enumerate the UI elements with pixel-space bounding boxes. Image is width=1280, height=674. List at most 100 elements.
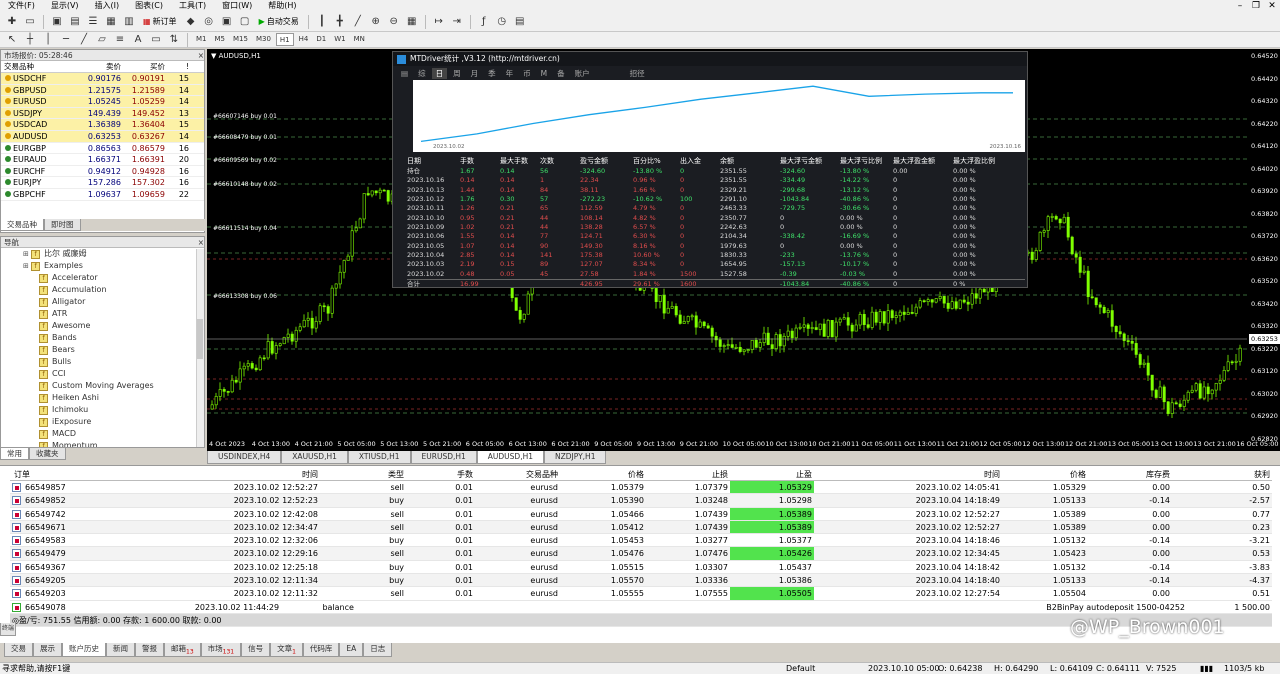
menu-tools[interactable]: 工具(T): [171, 0, 214, 12]
tab-common[interactable]: 常用: [0, 448, 29, 460]
terminal-tab[interactable]: 警报: [135, 643, 164, 657]
history-row[interactable]: 66549852 2023.10.02 12:52:23 buy 0.01 eurusd…: [10, 494, 1272, 508]
history-header-cell[interactable]: 交易品种: [475, 468, 560, 480]
navigator-item[interactable]: f Momentum: [1, 440, 204, 447]
vertical-line-icon[interactable]: │: [40, 33, 56, 47]
chart-tab[interactable]: NZDJPY,H1: [544, 451, 607, 464]
history-row[interactable]: 66549583 2023.10.02 12:32:06 buy 0.01 eurusd…: [10, 534, 1272, 548]
history-header-cell[interactable]: 时间: [814, 468, 1002, 480]
stats-tab[interactable]: 币: [519, 68, 535, 79]
tester-icon[interactable]: ▥: [121, 15, 137, 29]
autoscroll-icon[interactable]: ↦: [431, 15, 447, 29]
market-row[interactable]: AUDUSD 0.63253 0.63267 14: [1, 130, 204, 143]
history-row[interactable]: 66549857 2023.10.02 12:52:27 sell 0.01 eurus…: [10, 481, 1272, 495]
market-row[interactable]: EURAUD 1.66371 1.66391 20: [1, 154, 204, 166]
tf-h4[interactable]: H4: [296, 33, 312, 46]
market-row[interactable]: GBPCHF 1.09637 1.09659 22: [1, 189, 204, 201]
new-chart-icon[interactable]: ✚: [4, 15, 20, 29]
history-header-cell[interactable]: 止损: [646, 468, 730, 480]
tf-d1[interactable]: D1: [313, 33, 329, 46]
history-header-cell[interactable]: 获利: [1172, 468, 1272, 480]
menu-charts[interactable]: 图表(C): [127, 0, 171, 12]
label-icon[interactable]: ▭: [148, 33, 164, 47]
menu-insert[interactable]: 插入(I): [87, 0, 128, 12]
tf-m5[interactable]: M5: [212, 33, 229, 46]
chart-tab[interactable]: XTIUSD,H1: [347, 451, 411, 464]
horizontal-line-icon[interactable]: ─: [58, 33, 74, 47]
line-chart-icon[interactable]: ╱: [350, 15, 366, 29]
history-header-cell[interactable]: 手数: [406, 468, 475, 480]
panel-close-icon[interactable]: ×: [198, 237, 204, 247]
vps-icon[interactable]: ▢: [237, 15, 253, 29]
tab-favorites[interactable]: 收藏夹: [29, 448, 66, 460]
channel-icon[interactable]: ▱: [94, 33, 110, 47]
tf-w1[interactable]: W1: [331, 33, 348, 46]
navigator-item[interactable]: f Custom Moving Averages: [1, 380, 204, 392]
stats-tab[interactable]: 账户: [571, 68, 594, 79]
terminal-tab[interactable]: 市场131: [200, 643, 242, 657]
balance-row[interactable]: 66549078 2023.10.02 11:44:29 balance B2BinP…: [10, 601, 1272, 614]
terminal-tab[interactable]: 邮箱13: [164, 643, 201, 657]
market-row[interactable]: EURUSD 1.05245 1.05259 14: [1, 96, 204, 108]
stats-tab[interactable]: 年: [502, 68, 518, 79]
tree-expand-icon[interactable]: ⊞: [23, 248, 31, 260]
terminal-tab[interactable]: 展示: [33, 643, 62, 657]
chart-tab[interactable]: XAUUSD,H1: [281, 451, 348, 464]
terminal-tab[interactable]: 账户历史: [62, 643, 106, 657]
chart-tab[interactable]: AUDUSD,H1: [476, 451, 544, 464]
navigator-item[interactable]: f Alligator: [1, 296, 204, 308]
tab-symbols[interactable]: 交易品种: [0, 219, 44, 231]
market-row[interactable]: USDCHF 0.90176 0.90191 15: [1, 73, 204, 85]
stats-tab[interactable]: 季: [484, 68, 500, 79]
history-header-cell[interactable]: 订单: [10, 468, 122, 480]
navigator-item[interactable]: f MACD: [1, 428, 204, 440]
terminal-tab[interactable]: 信号: [241, 643, 271, 657]
navigator-item[interactable]: f Bears: [1, 344, 204, 356]
chart-tab[interactable]: USDINDEX,H4: [207, 451, 282, 464]
chart-shift-icon[interactable]: ⇥: [449, 15, 465, 29]
tf-mn[interactable]: MN: [351, 33, 368, 46]
chart-tab[interactable]: EURUSD,H1: [410, 451, 477, 464]
text-icon[interactable]: A: [130, 33, 146, 47]
navigator-scrollbar[interactable]: [196, 249, 204, 447]
market-watch-icon[interactable]: ▣: [49, 15, 65, 29]
stats-tab[interactable]: M: [537, 69, 551, 78]
stats-tab[interactable]: 周: [449, 68, 465, 79]
cursor-icon[interactable]: ↖: [4, 33, 20, 47]
tf-m1[interactable]: M1: [193, 33, 210, 46]
metaeditor-icon[interactable]: ◆: [183, 15, 199, 29]
navigator-item[interactable]: f Accelerator: [1, 272, 204, 284]
navigator-item[interactable]: ⊞ f Examples: [1, 260, 204, 272]
scroll-thumb[interactable]: [197, 319, 203, 359]
history-row[interactable]: 66549742 2023.10.02 12:42:08 sell 0.01 eurus…: [10, 507, 1272, 521]
navigator-item[interactable]: f Accumulation: [1, 284, 204, 296]
navigator-item[interactable]: f Heiken Ashi: [1, 392, 204, 404]
history-header-cell[interactable]: 价格: [560, 468, 646, 480]
fibonacci-icon[interactable]: ≡: [112, 33, 128, 47]
menu-file[interactable]: 文件(F): [0, 0, 43, 12]
bar-chart-icon[interactable]: ┃: [314, 15, 330, 29]
navigator-item[interactable]: f ATR: [1, 308, 204, 320]
new-order-button[interactable]: ▦ 新订单: [139, 15, 181, 29]
stats-tab[interactable]: 综: [414, 68, 430, 79]
navigator-item[interactable]: f Bands: [1, 332, 204, 344]
market-row[interactable]: USDCAD 1.36389 1.36404 15: [1, 119, 204, 131]
history-header-cell[interactable]: 价格: [1002, 468, 1088, 480]
terminal-tab[interactable]: 文章1: [270, 643, 303, 657]
history-header-cell[interactable]: 止盈: [730, 468, 814, 480]
navigator-item[interactable]: f Awesome: [1, 320, 204, 332]
history-row[interactable]: 66549367 2023.10.02 12:25:18 buy 0.01 eurusd…: [10, 561, 1272, 575]
panel-close-icon[interactable]: ×: [198, 50, 204, 60]
navigator-item[interactable]: f CCI: [1, 368, 204, 380]
terminal-tab[interactable]: EA: [339, 643, 364, 657]
navigator-item[interactable]: f Bulls: [1, 356, 204, 368]
auto-trading-button[interactable]: ▶ 自动交易: [255, 15, 303, 29]
tf-m30[interactable]: M30: [253, 33, 274, 46]
indicators-icon[interactable]: ƒ: [476, 15, 492, 29]
navigator-icon[interactable]: ☰: [85, 15, 101, 29]
history-header-cell[interactable]: 类型: [320, 468, 406, 480]
terminal-tab[interactable]: 交易: [4, 643, 33, 657]
terminal-tab[interactable]: 新闻: [106, 643, 135, 657]
market-row[interactable]: EURJPY 157.286 157.302 16: [1, 177, 204, 189]
terminal-tab[interactable]: 代码库: [302, 643, 340, 657]
